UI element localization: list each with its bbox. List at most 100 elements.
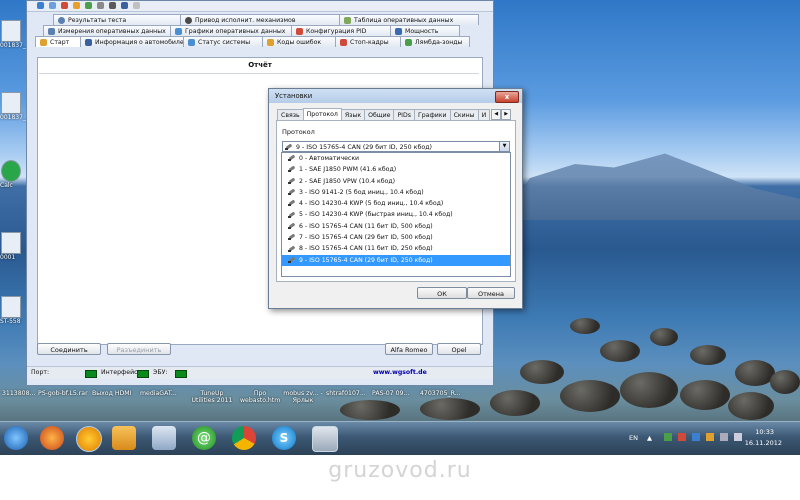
tab-pid-config[interactable]: Конфигурация PID (291, 25, 391, 36)
tab-actuators[interactable]: Привод исполнит. механизмов (180, 14, 340, 25)
protocol-option[interactable]: 5 - ISO 14230-4 KWP (быстрая иниц., 10.4… (282, 209, 510, 220)
protocol-option[interactable]: 4 - ISO 14230-4 KWP (5 бод иниц., 10.4 к… (282, 198, 510, 209)
volume-icon[interactable] (734, 433, 742, 441)
obd-app-icon[interactable] (312, 426, 338, 452)
connect-button[interactable]: Соединить (37, 343, 101, 355)
tab-live-measurements[interactable]: Измерения оперативных данных (43, 25, 171, 36)
tab-freeze-frames[interactable]: Стоп-кадры (335, 36, 401, 47)
calculator-icon[interactable] (152, 426, 176, 450)
clock-time[interactable]: 10:33 (755, 428, 774, 436)
shortcut-label[interactable]: Про webasto.htm (240, 390, 280, 404)
toolbar-icon[interactable] (37, 2, 44, 9)
tab-test-results[interactable]: Результаты теста (53, 14, 181, 25)
opel-button[interactable]: Opel (437, 343, 481, 355)
desktop-icon[interactable]: Calc (0, 160, 22, 189)
settings-dialog: Установки x Связь Протокол Язык Общие PI… (268, 88, 523, 309)
firefox-icon[interactable] (40, 426, 64, 450)
desktop-icon[interactable]: 001837_ (0, 20, 26, 49)
language-indicator[interactable]: EN (629, 434, 638, 442)
info-icon[interactable] (121, 2, 128, 9)
protocol-option[interactable]: 7 - ISO 15765-4 CAN (29 бит ID, 500 кбод… (282, 232, 510, 243)
tab-graphs[interactable]: Графики (413, 109, 451, 120)
protocol-option[interactable]: 6 - ISO 15765-4 CAN (11 бит ID, 500 кбод… (282, 221, 510, 232)
tray-app-icon[interactable] (664, 433, 672, 441)
tab-vehicle-info[interactable]: Информация о автомобиле (80, 36, 184, 47)
protocol-option[interactable]: 0 - Автоматически (282, 153, 510, 164)
protocol-option-selected[interactable]: 9 - ISO 15765-4 CAN (29 бит ID, 250 кбод… (282, 254, 510, 266)
tab-skins[interactable]: Скины (449, 109, 479, 120)
toolbar-icon[interactable] (85, 2, 92, 9)
tab-lambda-sensors[interactable]: Лямбда-зонды (400, 36, 470, 47)
rock (735, 360, 775, 386)
icq-icon[interactable]: @ (192, 426, 216, 450)
tab-live-graphs[interactable]: Графики оперативных данных (170, 25, 292, 36)
file-icon (1, 232, 21, 254)
ok-button[interactable]: ОК (417, 287, 467, 299)
website-link[interactable]: www.wgsoft.de (373, 369, 427, 376)
shortcut-label[interactable]: PAS-07 09... (372, 390, 409, 397)
bluetooth-icon[interactable] (692, 433, 700, 441)
tab-connection[interactable]: Связь (277, 109, 304, 120)
protocol-option[interactable]: 3 - ISO 9141-2 (5 бод иниц., 10.4 кбод) (282, 187, 510, 198)
toolbar-icon[interactable] (109, 2, 116, 9)
shortcut-label[interactable]: shtraf0107... (326, 390, 366, 397)
tray-arrow-icon[interactable]: ▲ (647, 434, 652, 442)
tab-start[interactable]: Старт (35, 36, 81, 47)
tab-scroll-left-icon[interactable]: ◀ (491, 109, 502, 120)
tab-protocol[interactable]: Протокол (302, 108, 342, 120)
status-icon (188, 38, 195, 46)
desktop-icon[interactable]: 0001 (0, 232, 22, 261)
protocol-option[interactable]: 8 - ISO 15765-4 CAN (11 бит ID, 250 кбод… (282, 243, 510, 254)
toolbar-icon[interactable] (97, 2, 104, 9)
tab-system-status[interactable]: Статус системы (183, 36, 263, 47)
shortcut-label[interactable]: PS-gob-bf.L5.rar (38, 390, 88, 397)
media-player-icon[interactable] (112, 426, 136, 450)
tab-language[interactable]: Язык (340, 109, 366, 120)
toolbar-icon[interactable] (49, 2, 56, 9)
shortcut-label[interactable]: mobus zv... - Ярлык (280, 390, 326, 404)
tab-power[interactable]: Мощность (390, 25, 460, 36)
file-icon (1, 20, 21, 42)
toolbar-icon[interactable] (61, 2, 68, 9)
lambda-icon (405, 38, 412, 46)
clock-date[interactable]: 16.11.2012 (745, 439, 782, 447)
flag-icon[interactable] (678, 433, 686, 441)
skype-icon[interactable]: S (272, 426, 296, 450)
shortcut-label[interactable]: 3113808... (2, 390, 35, 397)
plug-icon (285, 144, 293, 151)
battery-icon[interactable] (706, 433, 714, 441)
interface-status-led (137, 370, 149, 378)
tab-error-codes[interactable]: Коды ошибок (262, 36, 336, 47)
chrome-icon[interactable] (232, 426, 256, 450)
power-icon (395, 27, 402, 35)
rock (560, 380, 620, 412)
desktop-icon[interactable]: ST-558 (0, 296, 22, 325)
tab-pids[interactable]: PIDs (393, 109, 415, 120)
plug-icon (288, 166, 296, 173)
toolbar-icon[interactable] (133, 2, 140, 9)
network-icon[interactable] (720, 433, 728, 441)
shortcut-label[interactable]: mediaGAT... (140, 390, 177, 397)
stop-icon (340, 38, 347, 46)
tab-live-data-table[interactable]: Таблица оперативных данных (339, 14, 479, 25)
toolbar-icon[interactable] (73, 2, 80, 9)
close-icon[interactable]: x (495, 91, 519, 103)
tab-more[interactable]: И (477, 109, 491, 120)
alfa-romeo-button[interactable]: Alfa Romeo (385, 343, 433, 355)
tab-general[interactable]: Общие (364, 109, 395, 120)
protocol-select[interactable]: 9 - ISO 15765-4 CAN (29 бит ID, 250 кбод… (282, 141, 510, 152)
status-ecu-label: ЭБУ: (153, 369, 168, 376)
disconnect-button[interactable]: Разъединить (107, 343, 171, 355)
desktop-icon[interactable]: 001837_ (0, 92, 26, 121)
shortcut-label[interactable]: 4703705_R... (420, 390, 461, 397)
tab-row-2: Измерения оперативных данных Графики опе… (43, 25, 460, 36)
chevron-down-icon[interactable]: ▼ (499, 142, 509, 151)
protocol-option[interactable]: 1 - SAE J1850 PWM (41.6 кбод) (282, 164, 510, 175)
tab-scroll-right-icon[interactable]: ▶ (501, 109, 512, 120)
cancel-button[interactable]: Отмена (467, 287, 515, 299)
shortcut-label[interactable]: TuneUp Utilities 2011 (190, 390, 234, 404)
protocol-option[interactable]: 2 - SAE J1850 VPW (10.4 кбод) (282, 176, 510, 187)
chrome-canary-icon[interactable] (76, 426, 102, 452)
start-button-icon[interactable] (4, 426, 28, 450)
shortcut-label[interactable]: Выход HDMI (92, 390, 131, 397)
